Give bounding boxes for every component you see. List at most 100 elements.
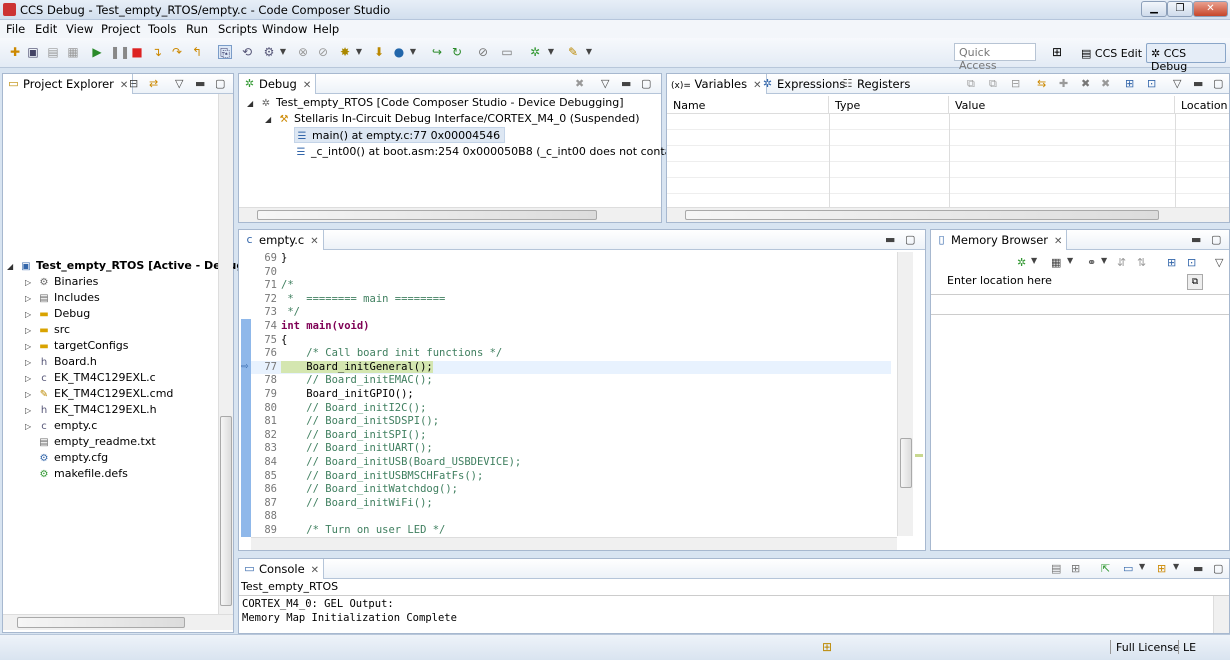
tree-item-debug[interactable]: ▷ ▬ Debug (25, 306, 90, 322)
scroll-thumb[interactable] (900, 438, 912, 488)
remove-all-icon[interactable]: ✖ (1101, 77, 1110, 90)
new-icon[interactable]: ✚ (8, 45, 22, 59)
editor-hscrollbar[interactable] (251, 537, 897, 550)
maximize-view-icon[interactable]: ▢ (1213, 562, 1223, 575)
tab-variables[interactable]: (x)= Variables ✕ (667, 74, 767, 94)
tool-icon[interactable]: ⇆ (1037, 77, 1046, 90)
clear-console-icon[interactable]: ▤ (1051, 562, 1061, 575)
tab-registers[interactable]: ☷ Registers (837, 74, 914, 94)
chevron-down-icon[interactable]: ▼ (1067, 256, 1073, 265)
maximize-view-icon[interactable]: ▢ (215, 77, 225, 90)
suspend-icon[interactable]: ❚❚ (110, 45, 130, 59)
explorer-vscrollbar[interactable] (218, 94, 233, 614)
column-name[interactable]: Name (667, 96, 829, 114)
tree-item-empty-c[interactable]: ▷ c empty.c (25, 418, 97, 434)
perspective-ccs-edit[interactable]: ▤ CCS Edit (1076, 43, 1147, 63)
format-icon[interactable]: ▦ (1051, 256, 1061, 269)
instruction-stepping-icon[interactable]: ⎘ (218, 45, 232, 60)
menu-scripts[interactable]: Scripts (218, 22, 257, 36)
stack-frame-c-int00[interactable]: ☰ _c_int00() at boot.asm:254 0x000050B8 (… (294, 144, 725, 160)
link-editor-icon[interactable]: ⇄ (149, 77, 158, 90)
pin-icon[interactable]: ✎ (566, 45, 580, 59)
tree-item-readme[interactable]: ▤ empty_readme.txt (25, 434, 155, 450)
open-perspective-icon[interactable]: ⊞ (1050, 45, 1064, 59)
menu-edit[interactable]: Edit (35, 22, 57, 36)
maximize-view-icon[interactable]: ▢ (1213, 77, 1223, 90)
reset-icon[interactable]: ⚙ (262, 45, 276, 59)
disable-icon[interactable]: ⊘ (476, 45, 490, 59)
step-return-icon[interactable]: ↰ (190, 45, 204, 59)
terminate-icon[interactable]: ■ (130, 45, 144, 59)
remove-breakpoints-icon[interactable]: ⊘ (316, 45, 330, 59)
new-tab-icon[interactable]: ⊞ (1167, 256, 1176, 269)
load-program-icon[interactable]: ⬇ (372, 45, 386, 59)
minimize-view-icon[interactable]: ▬ (1193, 77, 1203, 90)
close-tab-icon[interactable]: ✕ (303, 80, 311, 91)
close-tab-icon[interactable]: ✕ (120, 80, 128, 91)
pin-console-icon[interactable]: ⇱ (1101, 562, 1110, 575)
minimize-view-icon[interactable]: ▬ (195, 77, 205, 90)
resume-icon[interactable]: ▶ (90, 45, 104, 59)
minimize-icon[interactable]: ▁ (1141, 1, 1167, 17)
chevron-down-icon[interactable]: ▼ (544, 45, 558, 59)
tree-item-ek-h[interactable]: ▷ h EK_TM4C129EXL.h (25, 402, 157, 418)
project-root[interactable]: ◢ ▣ Test_empty_RTOS [Active - Debug (7, 258, 244, 274)
chevron-down-icon[interactable]: ▼ (406, 45, 420, 59)
tree-item-empty-cfg[interactable]: ⚙ empty.cfg (25, 450, 109, 466)
tool-icon[interactable]: ⧉ (967, 77, 975, 91)
view-icon[interactable]: ▭ (500, 45, 514, 59)
chevron-down-icon[interactable]: ▼ (582, 45, 596, 59)
tab-empty-c[interactable]: c empty.c ✕ (239, 230, 324, 250)
print-icon[interactable]: ▦ (66, 45, 80, 59)
maximize-icon[interactable]: ❐ (1167, 1, 1193, 17)
chevron-down-icon[interactable]: ▼ (1031, 256, 1037, 265)
stack-frame-main[interactable]: ☰ main() at empty.c:77 0x00004546 (294, 127, 506, 143)
minimize-view-icon[interactable]: ▬ (621, 77, 631, 90)
tree-item-targetconfigs[interactable]: ▷ ▬ targetConfigs (25, 338, 128, 354)
go-icon[interactable]: ↪ (430, 45, 444, 59)
scroll-thumb[interactable] (220, 416, 232, 606)
refresh-icon[interactable]: ✲ (1017, 256, 1026, 269)
view-menu-icon[interactable]: ▽ (1173, 77, 1181, 90)
menu-run[interactable]: Run (186, 22, 208, 36)
memory-location-input[interactable]: Enter location here (939, 272, 1189, 289)
column-value[interactable]: Value (949, 96, 1175, 114)
open-console-icon[interactable]: ⊞ (1157, 562, 1166, 575)
minimize-view-icon[interactable]: ▬ (1191, 233, 1201, 246)
scroll-thumb[interactable] (17, 617, 185, 628)
bug-icon[interactable]: ✲ (528, 45, 542, 59)
editor-vscrollbar[interactable] (897, 252, 913, 536)
debug-hscrollbar[interactable] (239, 207, 661, 222)
tool-icon[interactable]: ⊡ (1147, 77, 1156, 90)
breakpoint-icon[interactable]: ⊗ (296, 45, 310, 59)
tab-console[interactable]: ▭ Console ✕ (239, 559, 325, 579)
remove-icon[interactable]: ✖ (1081, 77, 1090, 90)
menu-help[interactable]: Help (313, 22, 339, 36)
tab-debug[interactable]: ✲ Debug ✕ (239, 74, 317, 94)
console-vscrollbar[interactable] (1213, 596, 1229, 633)
debug-icon[interactable]: ✸ (338, 45, 352, 59)
tab-project-explorer[interactable]: ▭ Project Explorer ✕ (3, 74, 134, 94)
display-console-icon[interactable]: ▭ (1123, 562, 1133, 575)
menu-view[interactable]: View (66, 22, 93, 36)
connect-icon[interactable]: ● (392, 45, 406, 59)
perspective-ccs-debug[interactable]: ✲ CCS Debug (1146, 43, 1226, 73)
import-icon[interactable]: ⇵ (1117, 256, 1126, 269)
restart-icon[interactable]: ⟲ (240, 45, 254, 59)
view-menu-icon[interactable]: ▽ (601, 77, 609, 90)
chevron-down-icon[interactable]: ▼ (1173, 562, 1179, 571)
tool-icon[interactable]: ⊞ (1125, 77, 1134, 90)
explorer-hscrollbar[interactable] (3, 614, 233, 630)
tab-memory-browser[interactable]: ▯ Memory Browser ✕ (931, 230, 1068, 250)
scroll-thumb[interactable] (257, 210, 597, 220)
chevron-down-icon[interactable]: ▼ (276, 45, 290, 59)
maximize-view-icon[interactable]: ▢ (1211, 233, 1221, 246)
tree-item-src[interactable]: ▷ ▬ src (25, 322, 70, 338)
close-tab-icon[interactable]: ✕ (311, 565, 319, 576)
status-icon[interactable]: ⊞ (822, 640, 832, 654)
column-type[interactable]: Type (829, 96, 949, 114)
tree-item-binaries[interactable]: ▷ ⚙ Binaries (25, 274, 98, 290)
pin-view-icon[interactable]: ⊡ (1187, 256, 1196, 269)
scroll-thumb[interactable] (685, 210, 1159, 220)
minimize-view-icon[interactable]: ▬ (885, 233, 895, 246)
